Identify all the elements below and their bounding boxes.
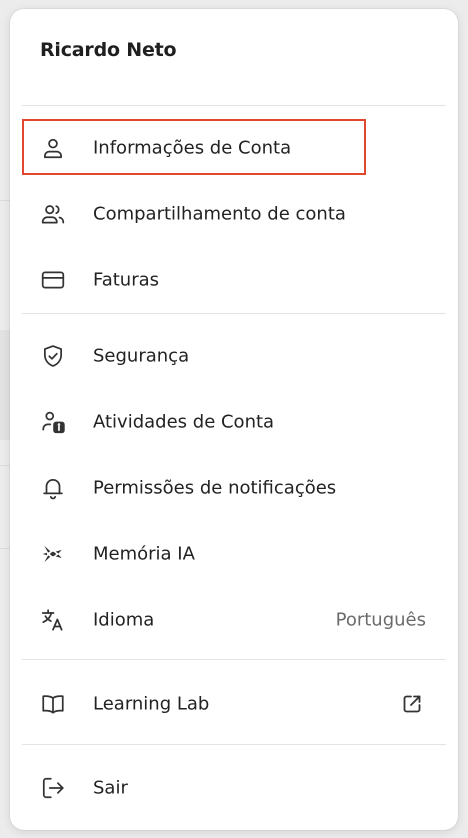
menu-item-learning-lab[interactable]: Learning Lab — [22, 676, 446, 732]
account-menu: Ricardo Neto Informações de Conta Compar… — [10, 9, 458, 830]
logout-icon — [40, 775, 66, 801]
menu-item-label: Sair — [93, 777, 128, 799]
menu-item-account-activity[interactable]: Atividades de Conta — [22, 394, 446, 450]
translate-icon — [40, 607, 66, 633]
menu-item-label: Informações de Conta — [93, 137, 292, 159]
menu-item-label: Memória IA — [93, 543, 195, 565]
credit-card-icon — [40, 267, 66, 293]
menu-item-label: Faturas — [93, 269, 160, 291]
menu-item-label: Compartilhamento de conta — [93, 203, 346, 225]
person-icon — [40, 135, 66, 161]
menu-item-label: Atividades de Conta — [93, 411, 275, 433]
menu-divider — [22, 105, 446, 106]
menu-item-ai-memory[interactable]: Memória IA — [22, 526, 446, 582]
menu-divider — [22, 744, 446, 745]
external-link-icon — [400, 692, 424, 716]
person-info-icon — [40, 409, 66, 435]
menu-divider — [22, 659, 446, 660]
ai-memory-icon — [40, 541, 66, 567]
menu-item-notification-permissions[interactable]: Permissões de notificações — [22, 460, 446, 516]
menu-divider — [22, 313, 446, 314]
people-icon — [40, 201, 66, 227]
book-icon — [40, 691, 66, 717]
menu-item-label: Idioma — [93, 609, 155, 631]
shield-check-icon — [40, 343, 66, 369]
user-name: Ricardo Neto — [40, 39, 177, 61]
menu-item-label: Segurança — [93, 345, 190, 367]
menu-item-invoices[interactable]: Faturas — [22, 252, 446, 308]
menu-item-logout[interactable]: Sair — [22, 760, 446, 816]
menu-item-label: Learning Lab — [93, 693, 210, 715]
menu-item-account-info[interactable]: Informações de Conta — [22, 120, 446, 176]
bell-icon — [40, 475, 66, 501]
menu-item-label: Permissões de notificações — [93, 477, 337, 499]
menu-item-language[interactable]: Idioma Português — [22, 592, 446, 648]
language-value: Português — [335, 609, 426, 631]
menu-item-account-sharing[interactable]: Compartilhamento de conta — [22, 186, 446, 242]
menu-item-security[interactable]: Segurança — [22, 328, 446, 384]
